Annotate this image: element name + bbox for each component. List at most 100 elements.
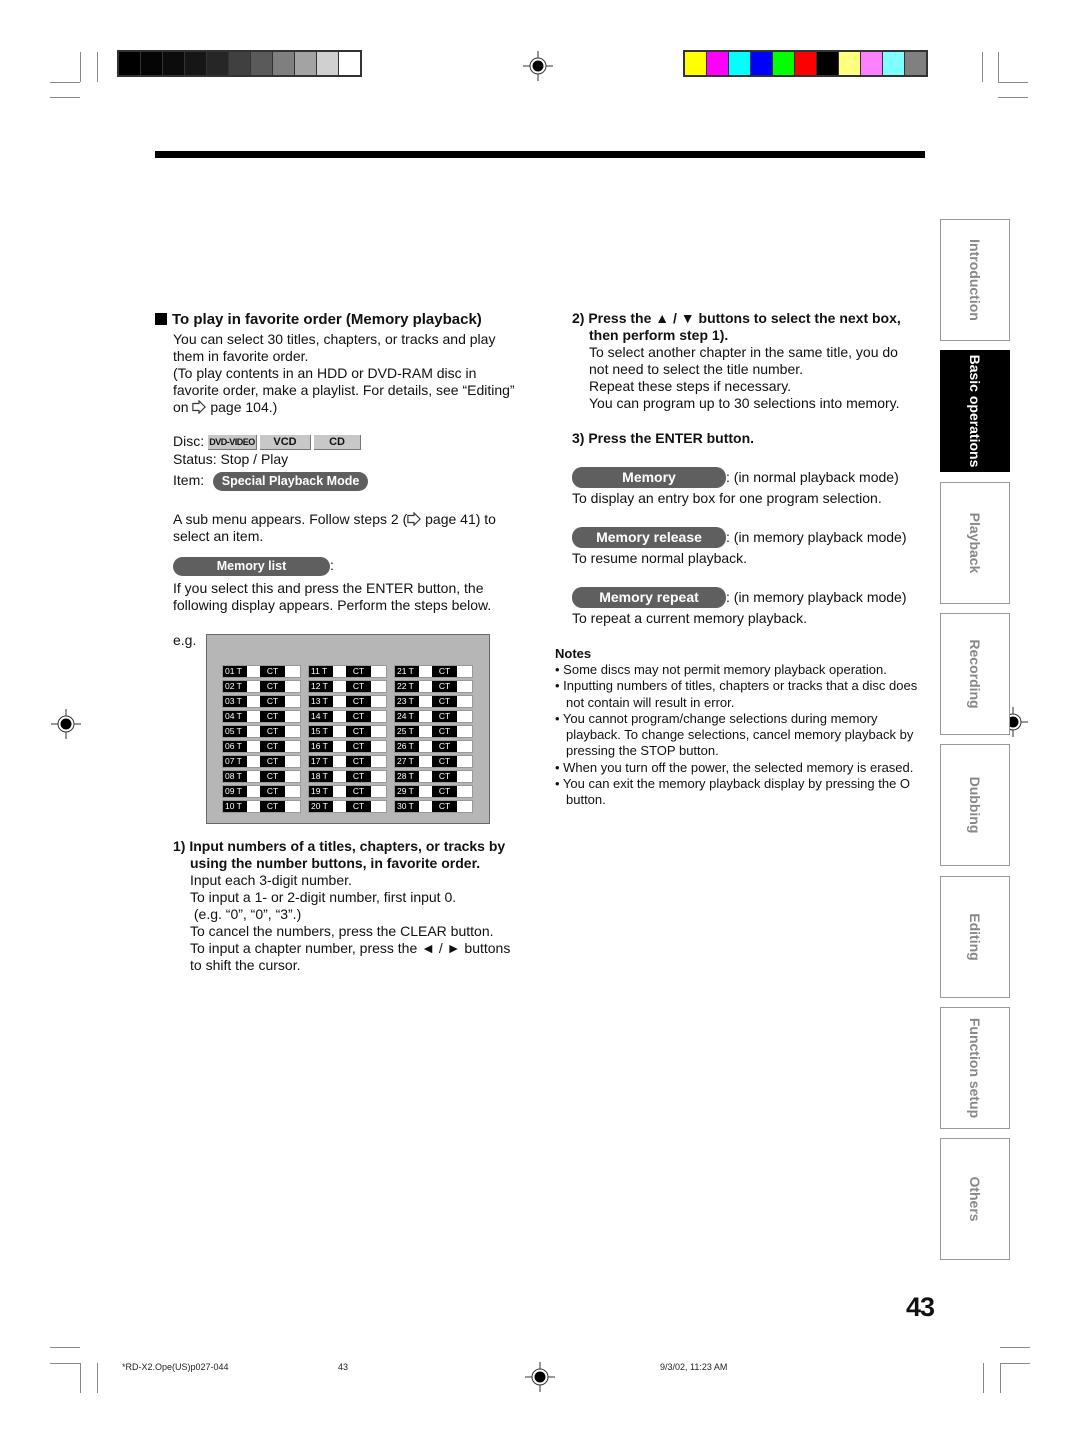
memory-entry-row[interactable]: 15 T CT bbox=[308, 725, 387, 738]
title-input-box[interactable] bbox=[419, 741, 432, 752]
title-input-box[interactable] bbox=[419, 786, 432, 797]
title-input-box[interactable] bbox=[333, 696, 346, 707]
memory-entry-row[interactable]: 14 T CT bbox=[308, 710, 387, 723]
memory-entry-row[interactable]: 23 T CT bbox=[394, 695, 473, 708]
memory-pill[interactable]: Memory bbox=[572, 467, 726, 488]
memory-entry-row[interactable]: 16 T CT bbox=[308, 740, 387, 753]
chapter-input-box[interactable] bbox=[371, 681, 386, 692]
chapter-input-box[interactable] bbox=[285, 756, 300, 767]
chapter-input-box[interactable] bbox=[371, 771, 386, 782]
memory-entry-row[interactable]: 08 T CT bbox=[222, 770, 301, 783]
title-input-box[interactable] bbox=[333, 801, 346, 812]
chapter-input-box[interactable] bbox=[457, 681, 472, 692]
title-input-box[interactable] bbox=[419, 771, 432, 782]
title-input-box[interactable] bbox=[419, 666, 432, 677]
chapter-input-box[interactable] bbox=[285, 726, 300, 737]
chapter-input-box[interactable] bbox=[457, 666, 472, 677]
chapter-input-box[interactable] bbox=[285, 801, 300, 812]
chapter-input-box[interactable] bbox=[285, 681, 300, 692]
side-tab-recording[interactable]: Recording bbox=[940, 613, 1010, 735]
chapter-input-box[interactable] bbox=[371, 711, 386, 722]
title-input-box[interactable] bbox=[247, 696, 260, 707]
title-input-box[interactable] bbox=[333, 666, 346, 677]
chapter-input-box[interactable] bbox=[457, 711, 472, 722]
chapter-input-box[interactable] bbox=[457, 696, 472, 707]
chapter-input-box[interactable] bbox=[457, 756, 472, 767]
memory-entry-row[interactable]: 05 T CT bbox=[222, 725, 301, 738]
title-input-box[interactable] bbox=[419, 726, 432, 737]
memory-entry-row[interactable]: 27 T CT bbox=[394, 755, 473, 768]
title-input-box[interactable] bbox=[333, 771, 346, 782]
memory-entry-row[interactable]: 09 T CT bbox=[222, 785, 301, 798]
chapter-input-box[interactable] bbox=[457, 786, 472, 797]
memory-entry-row[interactable]: 29 T CT bbox=[394, 785, 473, 798]
memory-entry-row[interactable]: 26 T CT bbox=[394, 740, 473, 753]
memory-list-pill[interactable]: Memory list bbox=[173, 557, 330, 576]
chapter-input-box[interactable] bbox=[457, 726, 472, 737]
side-tab-dubbing[interactable]: Dubbing bbox=[940, 744, 1010, 866]
memory-entry-row[interactable]: 04 T CT bbox=[222, 710, 301, 723]
chapter-input-box[interactable] bbox=[371, 741, 386, 752]
memory-entry-row[interactable]: 30 T CT bbox=[394, 800, 473, 813]
title-input-box[interactable] bbox=[419, 681, 432, 692]
side-tab-playback[interactable]: Playback bbox=[940, 482, 1010, 604]
chapter-input-box[interactable] bbox=[285, 771, 300, 782]
title-input-box[interactable] bbox=[247, 771, 260, 782]
memory-entry-row[interactable]: 20 T CT bbox=[308, 800, 387, 813]
memory-entry-row[interactable]: 13 T CT bbox=[308, 695, 387, 708]
memory-release-pill[interactable]: Memory release bbox=[572, 527, 726, 548]
chapter-input-box[interactable] bbox=[371, 666, 386, 677]
title-input-box[interactable] bbox=[419, 696, 432, 707]
memory-entry-row[interactable]: 06 T CT bbox=[222, 740, 301, 753]
side-tab-others[interactable]: Others bbox=[940, 1138, 1010, 1260]
memory-entry-row[interactable]: 07 T CT bbox=[222, 755, 301, 768]
chapter-input-box[interactable] bbox=[371, 756, 386, 767]
memory-entry-row[interactable]: 10 T CT bbox=[222, 800, 301, 813]
chapter-input-box[interactable] bbox=[285, 786, 300, 797]
chapter-input-box[interactable] bbox=[285, 711, 300, 722]
side-tab-basic-operations[interactable]: Basic operations bbox=[940, 350, 1010, 472]
title-input-box[interactable] bbox=[247, 786, 260, 797]
title-input-box[interactable] bbox=[247, 801, 260, 812]
memory-entry-row[interactable]: 22 T CT bbox=[394, 680, 473, 693]
title-input-box[interactable] bbox=[333, 756, 346, 767]
memory-entry-row[interactable]: 01 T CT bbox=[222, 665, 301, 678]
side-tab-introduction[interactable]: Introduction bbox=[940, 219, 1010, 341]
chapter-input-box[interactable] bbox=[457, 801, 472, 812]
title-input-box[interactable] bbox=[247, 666, 260, 677]
side-tab-editing[interactable]: Editing bbox=[940, 876, 1010, 998]
title-input-box[interactable] bbox=[247, 681, 260, 692]
memory-entry-row[interactable]: 25 T CT bbox=[394, 725, 473, 738]
memory-entry-row[interactable]: 24 T CT bbox=[394, 710, 473, 723]
title-input-box[interactable] bbox=[333, 741, 346, 752]
side-tab-function-setup[interactable]: Function setup bbox=[940, 1007, 1010, 1129]
title-input-box[interactable] bbox=[333, 726, 346, 737]
memory-entry-row[interactable]: 02 T CT bbox=[222, 680, 301, 693]
memory-entry-row[interactable]: 18 T CT bbox=[308, 770, 387, 783]
chapter-input-box[interactable] bbox=[371, 726, 386, 737]
chapter-input-box[interactable] bbox=[457, 741, 472, 752]
title-input-box[interactable] bbox=[247, 756, 260, 767]
title-input-box[interactable] bbox=[333, 711, 346, 722]
title-input-box[interactable] bbox=[419, 711, 432, 722]
chapter-input-box[interactable] bbox=[285, 696, 300, 707]
title-input-box[interactable] bbox=[247, 741, 260, 752]
chapter-input-box[interactable] bbox=[457, 771, 472, 782]
title-input-box[interactable] bbox=[419, 801, 432, 812]
memory-entry-row[interactable]: 19 T CT bbox=[308, 785, 387, 798]
chapter-input-box[interactable] bbox=[371, 696, 386, 707]
chapter-input-box[interactable] bbox=[371, 801, 386, 812]
memory-entry-row[interactable]: 03 T CT bbox=[222, 695, 301, 708]
title-input-box[interactable] bbox=[419, 756, 432, 767]
memory-entry-row[interactable]: 17 T CT bbox=[308, 755, 387, 768]
memory-entry-row[interactable]: 12 T CT bbox=[308, 680, 387, 693]
special-playback-mode-pill[interactable]: Special Playback Mode bbox=[213, 472, 369, 491]
chapter-input-box[interactable] bbox=[285, 666, 300, 677]
chapter-input-box[interactable] bbox=[285, 741, 300, 752]
title-input-box[interactable] bbox=[247, 726, 260, 737]
title-input-box[interactable] bbox=[333, 681, 346, 692]
chapter-input-box[interactable] bbox=[371, 786, 386, 797]
title-input-box[interactable] bbox=[333, 786, 346, 797]
memory-repeat-pill[interactable]: Memory repeat bbox=[572, 587, 726, 608]
title-input-box[interactable] bbox=[247, 711, 260, 722]
